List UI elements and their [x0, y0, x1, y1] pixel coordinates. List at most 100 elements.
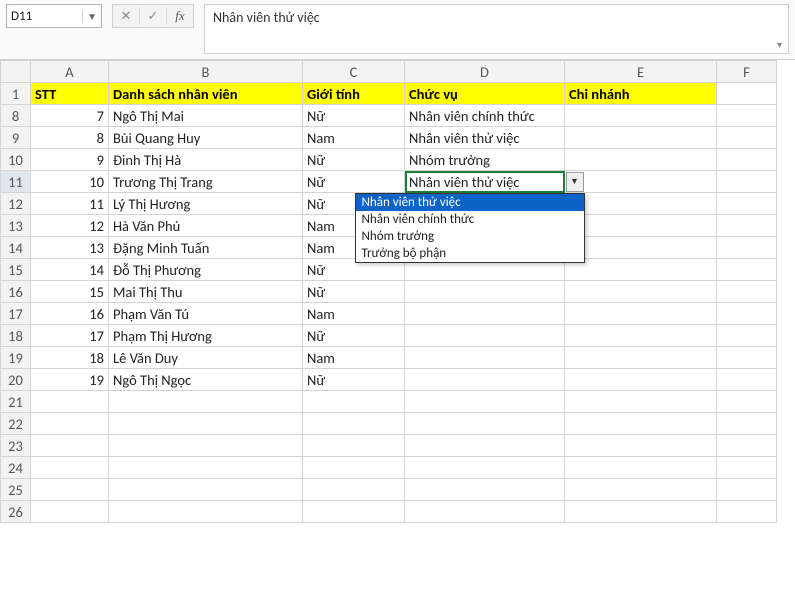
- cell[interactable]: [717, 457, 777, 479]
- dropdown-option[interactable]: Nhóm trưởng: [356, 228, 584, 245]
- cell[interactable]: [565, 193, 717, 215]
- cell[interactable]: Phạm Văn Tú: [109, 303, 303, 325]
- cell[interactable]: [405, 281, 565, 303]
- cell[interactable]: [565, 435, 717, 457]
- cell[interactable]: 12: [31, 215, 109, 237]
- cell[interactable]: Nhân viên thử việc: [405, 171, 565, 193]
- cell[interactable]: [565, 259, 717, 281]
- cell[interactable]: [717, 347, 777, 369]
- cell[interactable]: [717, 369, 777, 391]
- cell[interactable]: Lê Văn Duy: [109, 347, 303, 369]
- cell[interactable]: Nữ: [303, 171, 405, 193]
- cell[interactable]: [565, 237, 717, 259]
- expand-formula-bar-icon[interactable]: ▾: [777, 38, 782, 51]
- name-box[interactable]: D11 ▼: [6, 4, 102, 28]
- cell[interactable]: [717, 83, 777, 105]
- cell[interactable]: Đinh Thị Hà: [109, 149, 303, 171]
- cell[interactable]: 10: [31, 171, 109, 193]
- col-header-B[interactable]: B: [109, 61, 303, 83]
- cell[interactable]: [565, 281, 717, 303]
- cell[interactable]: [717, 193, 777, 215]
- cell[interactable]: Nhóm trưởng: [405, 149, 565, 171]
- cell[interactable]: [31, 391, 109, 413]
- data-validation-dropdown-button[interactable]: ▼: [566, 172, 584, 192]
- cell[interactable]: Phạm Thị Hương: [109, 325, 303, 347]
- cell[interactable]: [717, 259, 777, 281]
- cell[interactable]: Nữ: [303, 149, 405, 171]
- cell[interactable]: [109, 391, 303, 413]
- cell[interactable]: [405, 479, 565, 501]
- cell[interactable]: [405, 435, 565, 457]
- row-header[interactable]: 21: [1, 391, 31, 413]
- cell[interactable]: Nam: [303, 127, 405, 149]
- cell[interactable]: 7: [31, 105, 109, 127]
- col-header-E[interactable]: E: [565, 61, 717, 83]
- cell[interactable]: 16: [31, 303, 109, 325]
- cell[interactable]: [565, 325, 717, 347]
- cell[interactable]: 9: [31, 149, 109, 171]
- cell[interactable]: Đỗ Thị Phương: [109, 259, 303, 281]
- cancel-button[interactable]: ✕: [113, 5, 139, 27]
- cell[interactable]: [109, 413, 303, 435]
- row-header[interactable]: 11: [1, 171, 31, 193]
- cell[interactable]: [565, 171, 717, 193]
- cell[interactable]: [717, 127, 777, 149]
- cell[interactable]: [565, 369, 717, 391]
- cell[interactable]: [405, 325, 565, 347]
- row-header[interactable]: 8: [1, 105, 31, 127]
- row-header[interactable]: 22: [1, 413, 31, 435]
- cell[interactable]: [565, 457, 717, 479]
- row-header[interactable]: 13: [1, 215, 31, 237]
- cell[interactable]: [405, 457, 565, 479]
- cell[interactable]: [717, 149, 777, 171]
- header-cell-C[interactable]: Giới tính: [303, 83, 405, 105]
- cell[interactable]: 15: [31, 281, 109, 303]
- cell[interactable]: [565, 391, 717, 413]
- cell[interactable]: [717, 479, 777, 501]
- cell[interactable]: Ngô Thị Ngọc: [109, 369, 303, 391]
- cell[interactable]: [109, 457, 303, 479]
- cell[interactable]: Nhân viên chính thức: [405, 105, 565, 127]
- dropdown-option[interactable]: Trưởng bộ phận: [356, 245, 584, 262]
- row-header[interactable]: 9: [1, 127, 31, 149]
- header-cell-D[interactable]: Chức vụ: [405, 83, 565, 105]
- row-header[interactable]: 14: [1, 237, 31, 259]
- cell[interactable]: [565, 413, 717, 435]
- cell[interactable]: [565, 149, 717, 171]
- cell[interactable]: [31, 413, 109, 435]
- cell[interactable]: [565, 127, 717, 149]
- confirm-button[interactable]: ✓: [140, 5, 166, 27]
- cell[interactable]: [717, 171, 777, 193]
- col-header-F[interactable]: F: [717, 61, 777, 83]
- row-header[interactable]: 24: [1, 457, 31, 479]
- cell[interactable]: Trương Thị Trang: [109, 171, 303, 193]
- cell[interactable]: [717, 281, 777, 303]
- cell[interactable]: 17: [31, 325, 109, 347]
- cell[interactable]: [405, 501, 565, 523]
- insert-function-button[interactable]: fx: [167, 5, 193, 27]
- col-header-A[interactable]: A: [31, 61, 109, 83]
- cell[interactable]: Nữ: [303, 281, 405, 303]
- row-header[interactable]: 25: [1, 479, 31, 501]
- col-header-C[interactable]: C: [303, 61, 405, 83]
- dropdown-option[interactable]: Nhân viên thử việc: [356, 194, 584, 211]
- cell[interactable]: Bùi Quang Huy: [109, 127, 303, 149]
- row-header[interactable]: 16: [1, 281, 31, 303]
- row-header[interactable]: 1: [1, 83, 31, 105]
- cell[interactable]: Ngô Thị Mai: [109, 105, 303, 127]
- cell[interactable]: Đặng Minh Tuấn: [109, 237, 303, 259]
- cell[interactable]: [31, 457, 109, 479]
- cell[interactable]: Mai Thị Thu: [109, 281, 303, 303]
- cell[interactable]: 19: [31, 369, 109, 391]
- row-header[interactable]: 23: [1, 435, 31, 457]
- cell[interactable]: [717, 325, 777, 347]
- cell[interactable]: [565, 501, 717, 523]
- cell[interactable]: 14: [31, 259, 109, 281]
- cell[interactable]: [109, 501, 303, 523]
- header-cell-E[interactable]: Chi nhánh: [565, 83, 717, 105]
- cell[interactable]: [31, 479, 109, 501]
- cell[interactable]: [303, 501, 405, 523]
- cell[interactable]: Nam: [303, 347, 405, 369]
- row-header[interactable]: 15: [1, 259, 31, 281]
- cell[interactable]: [303, 413, 405, 435]
